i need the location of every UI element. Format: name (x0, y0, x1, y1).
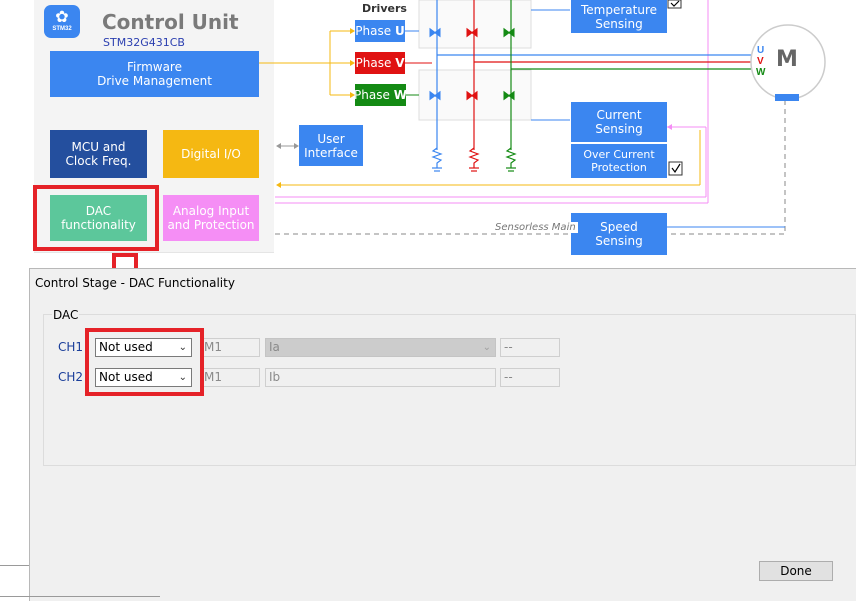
phase-u-name: Phase (355, 24, 392, 38)
ch2-signal-field: Ib (265, 368, 496, 387)
ch2-label: CH2 (58, 370, 84, 384)
svg-text:⧓: ⧓ (465, 88, 479, 104)
drivers-title: Drivers (362, 2, 407, 15)
motor-phase-u-label: U (757, 45, 765, 56)
temperature-sensing-block[interactable]: Temperature Sensing (571, 0, 667, 33)
phase-v-letter: V (395, 56, 405, 70)
ch1-motor-field: M1 (200, 338, 260, 357)
channel-select-highlight (85, 328, 204, 396)
dac-block-highlight (33, 185, 159, 251)
over-current-protection-block[interactable]: Over Current Protection (571, 144, 667, 178)
motor-phase-v-label: V (757, 56, 764, 67)
svg-text:⧓: ⧓ (428, 88, 442, 104)
svg-text:⧓: ⧓ (502, 25, 516, 41)
ch1-label: CH1 (58, 340, 84, 354)
motor-phase-w-label: W (756, 67, 766, 78)
ch1-signal-dropdown: Ia ⌄ (265, 338, 496, 357)
done-button[interactable]: Done (759, 561, 833, 581)
dac-functionality-dialog: Control Stage - DAC Functionality DAC CH… (29, 268, 856, 601)
phase-w-block[interactable]: Phase W (354, 84, 407, 106)
transistor-icons: ⧓ ⧓ ⧓ ⧓ ⧓ ⧓ (428, 25, 516, 104)
svg-text:⧓: ⧓ (502, 88, 516, 104)
ch1-value-field: -- (500, 338, 560, 357)
firmware-to-drivers-lines (259, 30, 350, 96)
dialog-title: Control Stage - DAC Functionality (35, 276, 235, 290)
phase-v-block[interactable]: Phase V (355, 52, 405, 74)
phase-w-name: Phase (354, 88, 390, 102)
chevron-down-icon: ⌄ (482, 342, 491, 353)
motor-label: M (776, 47, 798, 72)
background-window-edge (0, 596, 160, 597)
dac-group-label: DAC (52, 308, 80, 322)
phase-w-letter: W (393, 88, 407, 102)
phase-u-letter: U (394, 24, 405, 38)
speed-sensing-block[interactable]: Speed Sensing (571, 213, 667, 255)
current-sensing-block[interactable]: Current Sensing (571, 102, 667, 142)
svg-text:⧓: ⧓ (428, 25, 442, 41)
ch2-value-field: -- (500, 368, 560, 387)
svg-text:⧓: ⧓ (465, 25, 479, 41)
ui-link-arrow (276, 143, 299, 149)
ch1-signal-value: Ia (269, 340, 280, 354)
phase-v-name: Phase (355, 56, 392, 70)
ch2-motor-field: M1 (200, 368, 260, 387)
sensorless-main-label: Sensorless Main (493, 222, 578, 233)
phase-u-block[interactable]: Phase U (355, 20, 405, 42)
background-window-edge (0, 565, 29, 566)
